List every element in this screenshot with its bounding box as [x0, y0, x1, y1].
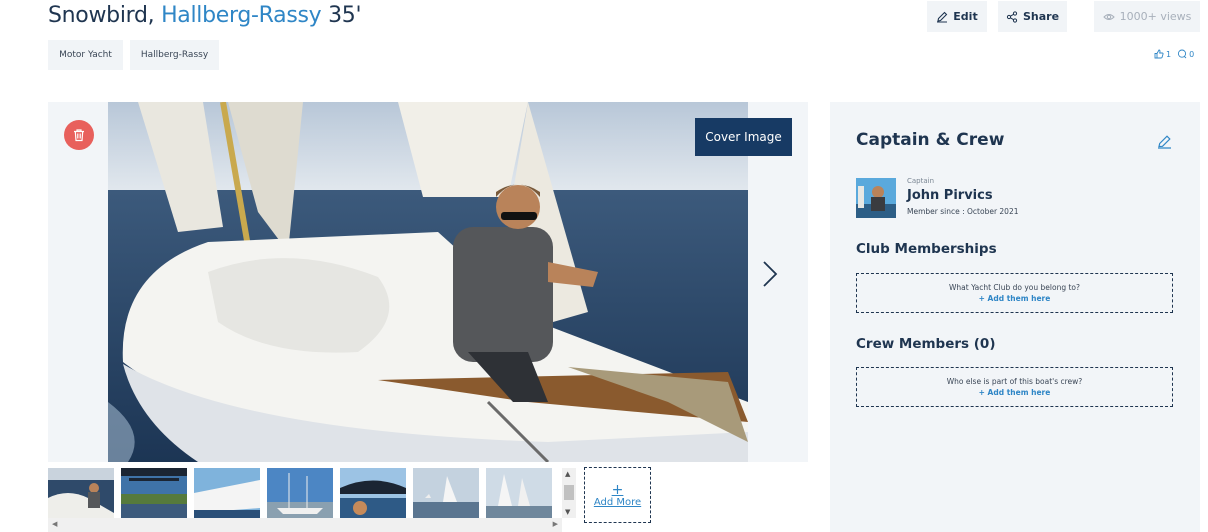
like-count: 1 — [1166, 49, 1172, 59]
add-more-label: Add More — [593, 496, 642, 508]
share-button[interactable]: Share — [998, 1, 1067, 32]
scroll-right-icon[interactable]: ▶ — [553, 520, 558, 528]
scroll-down-icon[interactable]: ▼ — [565, 508, 570, 516]
like-button[interactable]: 1 — [1154, 49, 1171, 59]
page-title: Snowbird, Hallberg-Rassy 35' — [48, 3, 362, 28]
boat-model-link[interactable]: Hallberg-Rassy — [161, 3, 322, 28]
main-boat-photo[interactable] — [108, 102, 748, 462]
share-label: Share — [1022, 10, 1060, 23]
thumbnail[interactable] — [48, 468, 114, 518]
club-memberships-heading: Club Memberships — [856, 241, 997, 257]
panel-title: Captain & Crew — [856, 130, 1005, 150]
scroll-thumb[interactable] — [564, 485, 574, 500]
thumbs-up-icon — [1154, 49, 1164, 59]
tag-boat-type[interactable]: Motor Yacht — [48, 40, 123, 70]
share-icon — [1006, 10, 1018, 23]
club-memberships-box[interactable]: What Yacht Club do you belong to? + Add … — [856, 273, 1173, 313]
crew-members-heading: Crew Members (0) — [856, 336, 996, 352]
pencil-icon — [937, 11, 948, 23]
avatar[interactable] — [856, 178, 896, 218]
comment-count: 0 — [1189, 49, 1195, 59]
cover-image-badge[interactable]: Cover Image — [695, 118, 792, 156]
boat-length: 35' — [328, 3, 362, 28]
trash-icon — [74, 129, 84, 142]
scroll-left-icon[interactable]: ◀ — [52, 520, 57, 528]
thumbnail[interactable] — [340, 468, 406, 518]
tag-manufacturer[interactable]: Hallberg-Rassy — [130, 40, 219, 70]
boat-name: Snowbird, — [48, 3, 155, 28]
crew-members-box[interactable]: Who else is part of this boat's crew? + … — [856, 367, 1173, 407]
views-label: 1000+ views — [1119, 10, 1192, 23]
thumbnail-vertical-scrollbar[interactable]: ▲ ▼ — [562, 468, 576, 518]
edit-crew-pencil-icon[interactable] — [1157, 134, 1172, 149]
delete-photo-button[interactable] — [64, 120, 94, 150]
chevron-right-icon[interactable] — [760, 260, 780, 288]
captain-name[interactable]: John Pirvics — [907, 188, 993, 203]
member-since: Member since : October 2021 — [907, 207, 1019, 216]
crew-prompt: Who else is part of this boat's crew? — [946, 377, 1083, 386]
club-prompt: What Yacht Club do you belong to? — [948, 283, 1080, 292]
thumbnail[interactable] — [267, 468, 333, 518]
thumbnail[interactable] — [413, 468, 479, 518]
plus-icon: + — [611, 481, 624, 498]
edit-button[interactable]: Edit — [927, 1, 987, 32]
thumbnail[interactable] — [121, 468, 187, 518]
comment-icon — [1178, 49, 1187, 59]
eye-icon — [1102, 13, 1115, 20]
add-club-link[interactable]: + Add them here — [857, 293, 1172, 304]
captain-role: Captain — [907, 177, 935, 185]
image-gallery: Cover Image — [48, 102, 808, 462]
add-crew-link[interactable]: + Add them here — [857, 387, 1172, 398]
captain-crew-panel: Captain & Crew Captain John Pirvics Memb… — [830, 102, 1200, 532]
engagement-stats: 1 0 — [1154, 49, 1194, 59]
edit-label: Edit — [953, 10, 978, 23]
thumbnail[interactable] — [194, 468, 260, 518]
thumbnail[interactable] — [486, 468, 552, 518]
comment-button[interactable]: 0 — [1177, 49, 1194, 59]
thumbnail-strip — [48, 468, 578, 518]
add-more-photos-button[interactable]: + Add More — [584, 467, 651, 523]
views-counter: 1000+ views — [1094, 1, 1200, 32]
scroll-up-icon[interactable]: ▲ — [565, 470, 570, 478]
thumbnail-horizontal-scrollbar[interactable]: ◀ ▶ — [48, 518, 562, 532]
